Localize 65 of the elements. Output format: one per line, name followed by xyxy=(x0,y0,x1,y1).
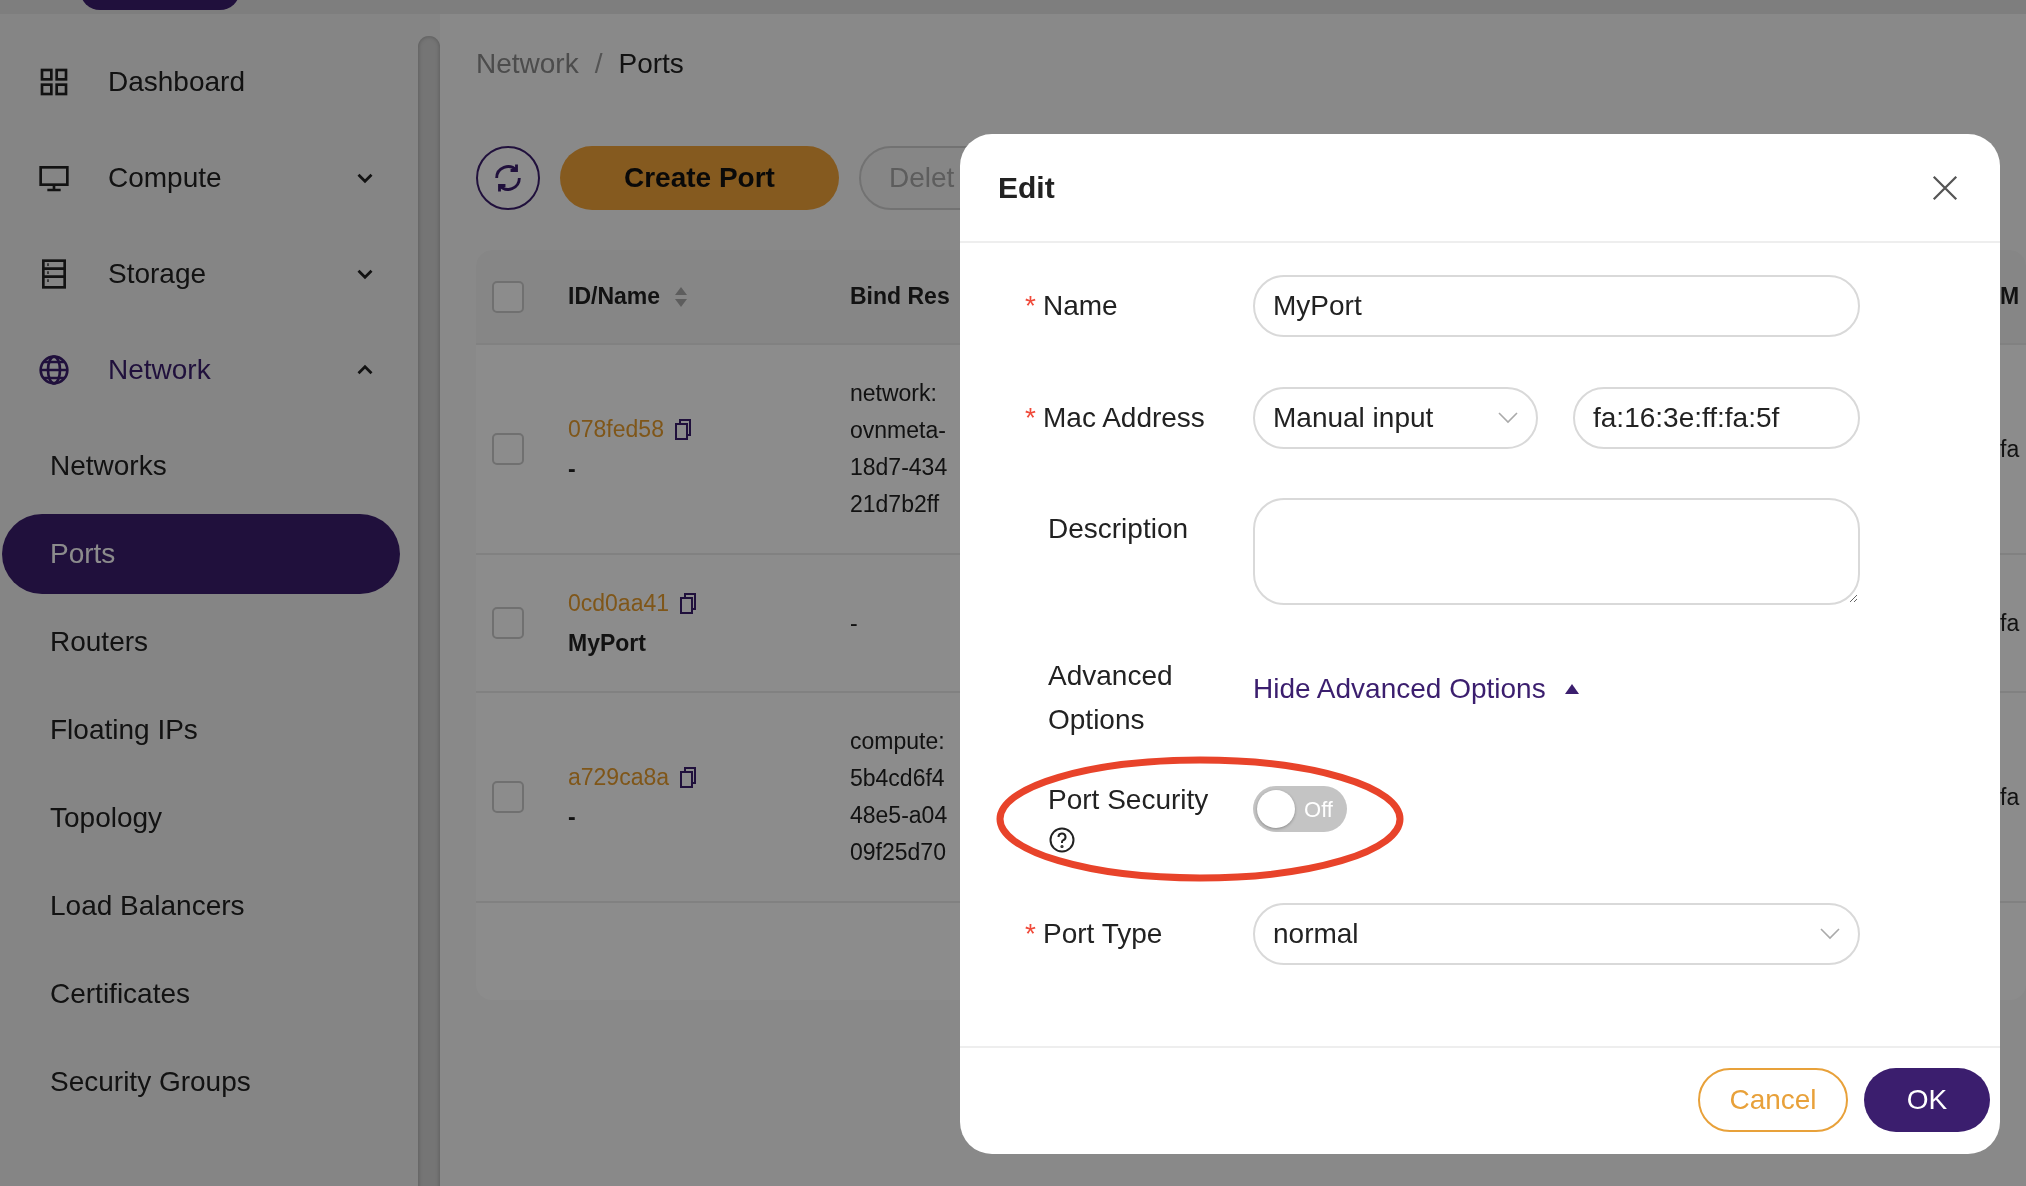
copy-icon[interactable] xyxy=(679,591,698,614)
table-cell-text: 5b4cd6f4 xyxy=(850,764,945,793)
sidebar-item[interactable]: Compute xyxy=(0,130,398,226)
field-label: Description xyxy=(1048,512,1189,546)
mac-mode-select[interactable]: Manual input xyxy=(1253,387,1538,449)
column-header[interactable]: M xyxy=(2000,279,2020,314)
sidebar-item[interactable]: Dashboard xyxy=(0,34,398,130)
table-cell-text: ovnmeta- xyxy=(850,416,946,445)
copy-icon[interactable] xyxy=(679,765,698,788)
sidebar-item[interactable]: Storage xyxy=(0,226,398,322)
port-name: - xyxy=(568,455,576,484)
required-asterisk: * xyxy=(1025,401,1037,435)
copy-icon[interactable] xyxy=(673,417,692,440)
row-checkbox[interactable] xyxy=(492,607,524,639)
breadcrumb-separator: / xyxy=(594,47,603,81)
row-checkbox[interactable] xyxy=(492,433,524,465)
breadcrumb-item[interactable]: Ports xyxy=(618,43,684,85)
sidebar-subitem[interactable]: Topology xyxy=(2,778,400,858)
sidebar-subitem[interactable]: Ports xyxy=(2,514,400,594)
table-cell-text: 18d7-434 xyxy=(850,453,948,482)
table-cell-text: fa xyxy=(2000,608,2021,638)
select-value: normal xyxy=(1273,917,1359,951)
sidebar-subitem[interactable]: Load Balancers xyxy=(2,866,400,946)
sort-icon[interactable] xyxy=(674,285,689,308)
table-cell-text: 09f25d70 xyxy=(850,838,946,867)
sidebar-subitem[interactable]: Networks xyxy=(2,426,400,506)
field-label: Advanced Options xyxy=(1048,659,1174,737)
field-label: Port Security xyxy=(1048,783,1209,817)
row-checkbox[interactable] xyxy=(492,781,524,813)
advanced-options-link[interactable]: Hide Advanced Options xyxy=(1253,668,1546,710)
table-cell-text: - xyxy=(850,608,858,638)
sidebar-subitem[interactable]: Routers xyxy=(2,602,400,682)
column-header[interactable]: ID/Name xyxy=(568,279,661,314)
table-cell-text: network: xyxy=(850,379,937,408)
column-header[interactable]: Bind Res xyxy=(850,279,950,314)
create-port-button[interactable]: Create Port xyxy=(560,146,839,210)
mac-address-input[interactable]: fa:16:3e:ff:fa:5f xyxy=(1573,387,1860,449)
sidebar-subitem[interactable]: Floating IPs xyxy=(2,690,400,770)
table-cell-text: compute: xyxy=(850,727,945,756)
select-all-checkbox[interactable] xyxy=(492,280,524,313)
select-value: Manual input xyxy=(1273,401,1434,435)
table-cell-text: fa xyxy=(2000,434,2021,464)
scrollbar[interactable] xyxy=(418,36,440,1186)
ok-button[interactable]: OK xyxy=(1864,1068,1990,1132)
name-input[interactable]: MyPort xyxy=(1253,275,1860,337)
globe-icon xyxy=(38,354,70,386)
table-cell-text: 48e5-a04 xyxy=(850,801,948,830)
required-asterisk: * xyxy=(1025,289,1037,323)
chevron-down-icon xyxy=(1820,928,1840,940)
sidebar-subitem[interactable]: Security Groups xyxy=(2,1042,400,1122)
port-name: - xyxy=(568,803,576,832)
field-label: Mac Address xyxy=(1043,401,1205,435)
grid-icon xyxy=(38,66,70,98)
field-label: Name xyxy=(1043,289,1118,323)
table-cell-text: fa xyxy=(2000,782,2021,812)
sidebar-subitem[interactable]: Certificates xyxy=(2,954,400,1034)
required-asterisk: * xyxy=(1025,917,1037,951)
sidebar-item[interactable]: Network xyxy=(0,322,398,418)
port-name: MyPort xyxy=(568,629,646,658)
description-input[interactable] xyxy=(1253,498,1860,605)
port-type-select[interactable]: normal xyxy=(1253,903,1860,965)
field-label: Port Type xyxy=(1043,917,1163,951)
chevron-down-icon xyxy=(1498,412,1518,424)
table-cell-text: 21d7b2ff xyxy=(850,490,940,519)
help-icon[interactable] xyxy=(1048,826,1076,854)
